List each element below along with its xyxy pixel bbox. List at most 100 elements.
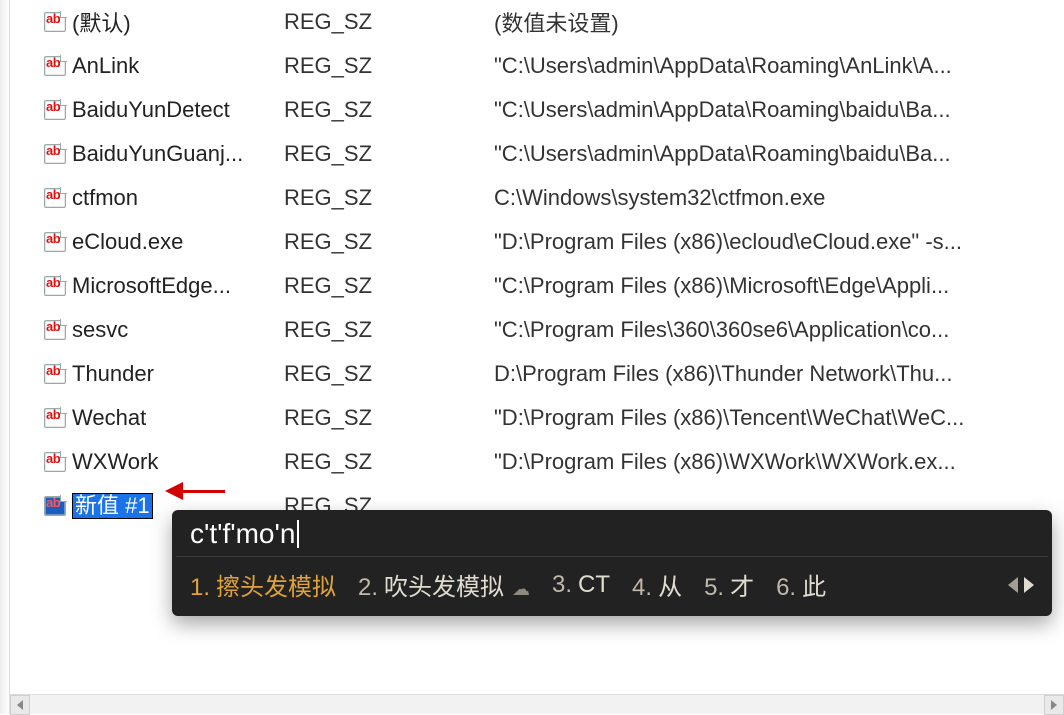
value-data: "C:\Users\admin\AppData\Roaming\baidu\Ba…: [494, 97, 1064, 123]
value-type: REG_SZ: [284, 185, 494, 211]
candidate-text: 才: [730, 567, 754, 602]
value-type: REG_SZ: [284, 361, 494, 387]
candidate-text: 擦头发模拟: [216, 567, 336, 602]
value-name-cell: (默认): [44, 6, 284, 38]
value-name-cell: sesvc: [44, 317, 284, 343]
string-value-icon: [44, 188, 66, 208]
value-type: REG_SZ: [284, 9, 494, 35]
value-type: REG_SZ: [284, 53, 494, 79]
table-row[interactable]: WXWork REG_SZ "D:\Program Files (x86)\WX…: [20, 440, 1064, 484]
candidate-text: 此: [802, 567, 826, 602]
candidate-number: 1.: [190, 574, 210, 602]
value-type: REG_SZ: [284, 141, 494, 167]
table-row[interactable]: Wechat REG_SZ "D:\Program Files (x86)\Te…: [20, 396, 1064, 440]
candidate-number: 6.: [776, 574, 796, 602]
value-name: BaiduYunDetect: [72, 97, 230, 123]
table-row[interactable]: sesvc REG_SZ "C:\Program Files\360\360se…: [20, 308, 1064, 352]
ime-candidates: 1. 擦头发模拟 2. 吹头发模拟 ☁ 3. CT 4. 从 5. 才 6. 此: [172, 557, 1052, 616]
value-name: Wechat: [72, 405, 146, 431]
ime-candidate[interactable]: 4. 从: [632, 567, 682, 602]
value-data: "C:\Program Files (x86)\Microsoft\Edge\A…: [494, 273, 1064, 299]
ime-popup: c't'f'mo'n 1. 擦头发模拟 2. 吹头发模拟 ☁ 3. CT 4. …: [172, 510, 1052, 616]
registry-values-list: (默认) REG_SZ (数值未设置) AnLink REG_SZ "C:\Us…: [20, 0, 1064, 528]
value-data: "C:\Users\admin\AppData\Roaming\AnLink\A…: [494, 53, 1064, 79]
value-name-cell: AnLink: [44, 53, 284, 79]
table-row[interactable]: eCloud.exe REG_SZ "D:\Program Files (x86…: [20, 220, 1064, 264]
cloud-icon: ☁: [512, 579, 530, 600]
string-value-icon: [44, 276, 66, 296]
value-name: WXWork: [72, 449, 158, 475]
string-value-icon: [44, 232, 66, 252]
value-type: REG_SZ: [284, 317, 494, 343]
value-name-cell: ctfmon: [44, 185, 284, 211]
value-name: MicrosoftEdge...: [72, 273, 231, 299]
string-value-icon: [44, 496, 66, 516]
value-name: Thunder: [72, 361, 154, 387]
candidate-number: 3.: [552, 571, 572, 599]
ime-caret: [297, 520, 299, 548]
prev-page-icon[interactable]: [1008, 577, 1018, 593]
ime-composition[interactable]: c't'f'mo'n: [172, 510, 1052, 556]
string-value-icon: [44, 452, 66, 472]
value-data: D:\Program Files (x86)\Thunder Network\T…: [494, 361, 1064, 387]
value-data: "C:\Program Files\360\360se6\Application…: [494, 317, 1064, 343]
table-row[interactable]: MicrosoftEdge... REG_SZ "C:\Program File…: [20, 264, 1064, 308]
ime-candidate[interactable]: 3. CT: [552, 571, 610, 599]
candidate-text: 吹头发模拟: [384, 567, 504, 602]
next-page-icon[interactable]: [1024, 577, 1034, 593]
horizontal-scrollbar[interactable]: [10, 694, 1064, 714]
string-value-icon: [44, 100, 66, 120]
left-border: [0, 0, 10, 714]
value-type: REG_SZ: [284, 229, 494, 255]
value-type: REG_SZ: [284, 273, 494, 299]
candidate-number: 4.: [632, 574, 652, 602]
value-name: eCloud.exe: [72, 229, 183, 255]
table-row[interactable]: (默认) REG_SZ (数值未设置): [20, 0, 1064, 44]
value-type: REG_SZ: [284, 449, 494, 475]
value-name: (默认): [72, 6, 131, 38]
ime-candidate[interactable]: 6. 此: [776, 567, 826, 602]
table-row[interactable]: Thunder REG_SZ D:\Program Files (x86)\Th…: [20, 352, 1064, 396]
value-name-cell: BaiduYunGuanj...: [44, 141, 284, 167]
value-name: BaiduYunGuanj...: [72, 141, 243, 167]
value-data: "C:\Users\admin\AppData\Roaming\baidu\Ba…: [494, 141, 1064, 167]
value-data: "D:\Program Files (x86)\WXWork\WXWork.ex…: [494, 449, 1064, 475]
candidate-number: 2.: [358, 574, 378, 602]
value-name-cell: eCloud.exe: [44, 229, 284, 255]
value-name: AnLink: [72, 53, 139, 79]
string-value-icon: [44, 144, 66, 164]
chevron-right-icon: [1051, 700, 1057, 710]
value-data: "D:\Program Files (x86)\ecloud\eCloud.ex…: [494, 229, 1064, 255]
string-value-icon: [44, 320, 66, 340]
table-row[interactable]: ctfmon REG_SZ C:\Windows\system32\ctfmon…: [20, 176, 1064, 220]
scroll-track[interactable]: [30, 695, 1044, 715]
rename-input[interactable]: 新值 #1: [72, 493, 153, 519]
ime-candidate[interactable]: 5. 才: [704, 567, 754, 602]
value-name-cell: Wechat: [44, 405, 284, 431]
value-name-cell: WXWork: [44, 449, 284, 475]
candidate-text: CT: [578, 571, 610, 599]
string-value-icon: [44, 364, 66, 384]
value-name-cell: MicrosoftEdge...: [44, 273, 284, 299]
value-name-cell: BaiduYunDetect: [44, 97, 284, 123]
chevron-left-icon: [17, 700, 23, 710]
string-value-icon: [44, 56, 66, 76]
value-type: REG_SZ: [284, 405, 494, 431]
value-name-cell: Thunder: [44, 361, 284, 387]
value-data: "D:\Program Files (x86)\Tencent\WeChat\W…: [494, 405, 1064, 431]
scroll-right-button[interactable]: [1044, 695, 1064, 715]
ime-candidate[interactable]: 1. 擦头发模拟: [190, 567, 336, 602]
candidate-text: 从: [658, 567, 682, 602]
ime-candidate[interactable]: 2. 吹头发模拟 ☁: [358, 567, 530, 602]
candidate-number: 5.: [704, 574, 724, 602]
value-name: sesvc: [72, 317, 128, 343]
table-row[interactable]: BaiduYunGuanj... REG_SZ "C:\Users\admin\…: [20, 132, 1064, 176]
value-data: (数值未设置): [494, 6, 1064, 38]
table-row[interactable]: AnLink REG_SZ "C:\Users\admin\AppData\Ro…: [20, 44, 1064, 88]
ime-composition-text: c't'f'mo'n: [190, 518, 295, 550]
table-row[interactable]: BaiduYunDetect REG_SZ "C:\Users\admin\Ap…: [20, 88, 1064, 132]
string-value-icon: [44, 12, 66, 32]
ime-page-nav: [1008, 577, 1034, 593]
scroll-left-button[interactable]: [10, 695, 30, 715]
value-data: C:\Windows\system32\ctfmon.exe: [494, 185, 1064, 211]
